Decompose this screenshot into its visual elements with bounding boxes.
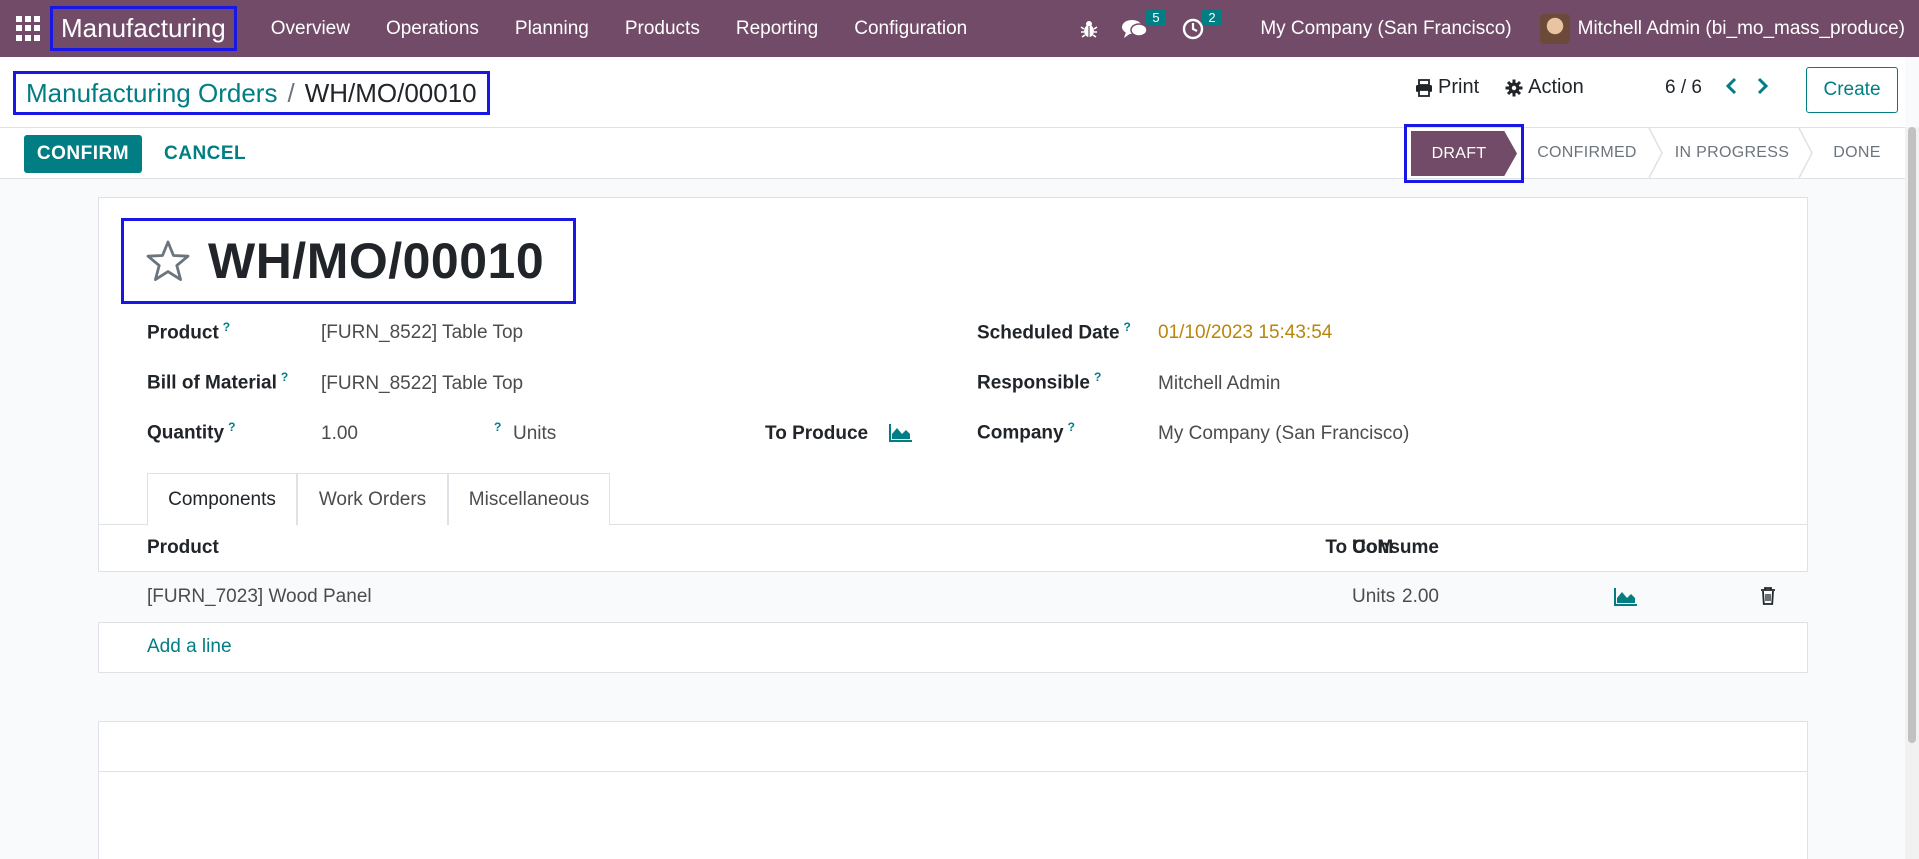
menu-overview[interactable]: Overview xyxy=(253,18,368,40)
scrollbar[interactable] xyxy=(1905,127,1919,859)
table-header-row: Product To Consume UoM xyxy=(98,525,1808,572)
stage-done[interactable]: DONE xyxy=(1816,128,1898,178)
quantity-field[interactable]: 1.00 xyxy=(321,423,358,445)
scheduled-date-field[interactable]: 01/10/2023 15:43:54 xyxy=(1158,322,1332,344)
menu-products[interactable]: Products xyxy=(607,18,718,40)
user-menu[interactable]: Mitchell Admin (bi_mo_mass_produce) xyxy=(1539,13,1905,44)
responsible-label: Responsible? xyxy=(977,370,1102,394)
quantity-label: Quantity? xyxy=(147,420,236,444)
company-label: Company? xyxy=(977,420,1075,444)
forecast-chart-icon[interactable] xyxy=(1614,588,1638,606)
uom-help-mark: ? xyxy=(494,420,502,434)
top-navbar: Manufacturing Overview Operations Planni… xyxy=(0,0,1919,57)
breadcrumb-current: WH/MO/00010 xyxy=(304,77,477,108)
stage-in-progress[interactable]: IN PROGRESS xyxy=(1664,128,1800,178)
cancel-button[interactable]: CANCEL xyxy=(154,135,256,173)
create-button[interactable]: Create xyxy=(1806,67,1898,113)
confirm-button[interactable]: CONFIRM xyxy=(24,135,142,173)
add-line-link[interactable]: Add a line xyxy=(147,636,232,658)
record-actions: Print Action xyxy=(1415,76,1610,99)
pager-value[interactable]: 6 / 6 xyxy=(1665,77,1702,99)
menu-configuration[interactable]: Configuration xyxy=(836,18,985,40)
component-product-cell[interactable]: [FURN_7023] Wood Panel xyxy=(147,586,372,608)
notebook-tabs: Components Work Orders Miscellaneous xyxy=(98,473,1808,526)
table-row[interactable]: [FURN_7023] Wood Panel 2.00 Units xyxy=(98,572,1808,623)
pager-previous-icon[interactable] xyxy=(1724,77,1738,100)
action-label: Action xyxy=(1528,76,1584,98)
status-bar: CONFIRM CANCEL DRAFT CONFIRMED IN PROGRE… xyxy=(0,124,1905,183)
stage-separator xyxy=(1798,128,1813,178)
star-favorite-icon[interactable] xyxy=(146,240,190,282)
product-label: Product? xyxy=(147,320,231,344)
print-button[interactable]: Print xyxy=(1415,76,1479,99)
menu-reporting[interactable]: Reporting xyxy=(718,18,836,40)
responsible-field[interactable]: Mitchell Admin xyxy=(1158,373,1281,395)
print-label: Print xyxy=(1438,76,1480,98)
stage-draft-highlight: DRAFT xyxy=(1404,124,1524,183)
user-name: Mitchell Admin (bi_mo_mass_produce) xyxy=(1577,17,1905,39)
table-row xyxy=(98,673,1808,722)
product-field[interactable]: [FURN_8522] Table Top xyxy=(321,322,523,344)
forecast-chart-icon[interactable] xyxy=(889,424,913,442)
column-header-uom[interactable]: UoM xyxy=(1352,537,1393,559)
quantity-uom-field[interactable]: Units xyxy=(513,423,556,445)
print-icon xyxy=(1416,78,1432,97)
pager-next-icon[interactable] xyxy=(1756,77,1770,100)
stage-separator xyxy=(1648,128,1663,178)
systray: 5 2 My Company (San Francisco) Mitchell … xyxy=(1056,0,1919,57)
gear-icon xyxy=(1505,79,1523,96)
component-to-consume-cell[interactable]: 2.00 xyxy=(1402,586,1439,608)
table-row: Add a line xyxy=(98,623,1808,673)
breadcrumb-parent-link[interactable]: Manufacturing Orders xyxy=(26,78,277,109)
scheduled-date-label: Scheduled Date? xyxy=(977,320,1131,344)
messages-chat-icon[interactable]: 5 xyxy=(1122,8,1166,40)
breadcrumb-separator: / xyxy=(287,77,295,108)
scrollbar-thumb[interactable] xyxy=(1908,127,1916,743)
menu-planning[interactable]: Planning xyxy=(497,18,607,40)
to-produce-label: To Produce xyxy=(765,423,869,444)
bom-label: Bill of Material? xyxy=(147,370,289,394)
action-button[interactable]: Action xyxy=(1505,76,1584,99)
breadcrumb: Manufacturing Orders / WH/MO/00010 xyxy=(13,71,490,115)
stage-draft[interactable]: DRAFT xyxy=(1411,131,1517,176)
company-field[interactable]: My Company (San Francisco) xyxy=(1158,423,1409,445)
record-title-text: WH/MO/00010 xyxy=(208,233,545,289)
record-title: WH/MO/00010 xyxy=(121,218,576,304)
bom-field[interactable]: [FURN_8522] Table Top xyxy=(321,373,523,395)
activities-count-badge: 2 xyxy=(1202,8,1222,26)
avatar xyxy=(1539,13,1570,44)
main-menu: Overview Operations Planning Products Re… xyxy=(253,18,986,40)
company-switcher[interactable]: My Company (San Francisco) xyxy=(1260,18,1511,40)
app-brand[interactable]: Manufacturing xyxy=(50,6,237,51)
tab-miscellaneous[interactable]: Miscellaneous xyxy=(448,473,610,525)
menu-operations[interactable]: Operations xyxy=(368,18,497,40)
column-header-product[interactable]: Product xyxy=(147,537,219,559)
activities-clock-icon[interactable]: 2 xyxy=(1182,8,1222,40)
trash-delete-icon[interactable] xyxy=(1760,587,1776,605)
apps-menu-icon[interactable] xyxy=(16,15,42,42)
tab-work-orders[interactable]: Work Orders xyxy=(297,473,448,525)
table-row xyxy=(98,722,1808,772)
messages-count-badge: 5 xyxy=(1146,8,1166,26)
stage-confirmed[interactable]: CONFIRMED xyxy=(1526,128,1648,178)
tab-components[interactable]: Components xyxy=(147,473,297,526)
control-panel: Manufacturing Orders / WH/MO/00010 Print… xyxy=(0,57,1905,127)
debug-bug-icon[interactable] xyxy=(1080,19,1098,39)
component-uom-cell[interactable]: Units xyxy=(1352,586,1395,608)
